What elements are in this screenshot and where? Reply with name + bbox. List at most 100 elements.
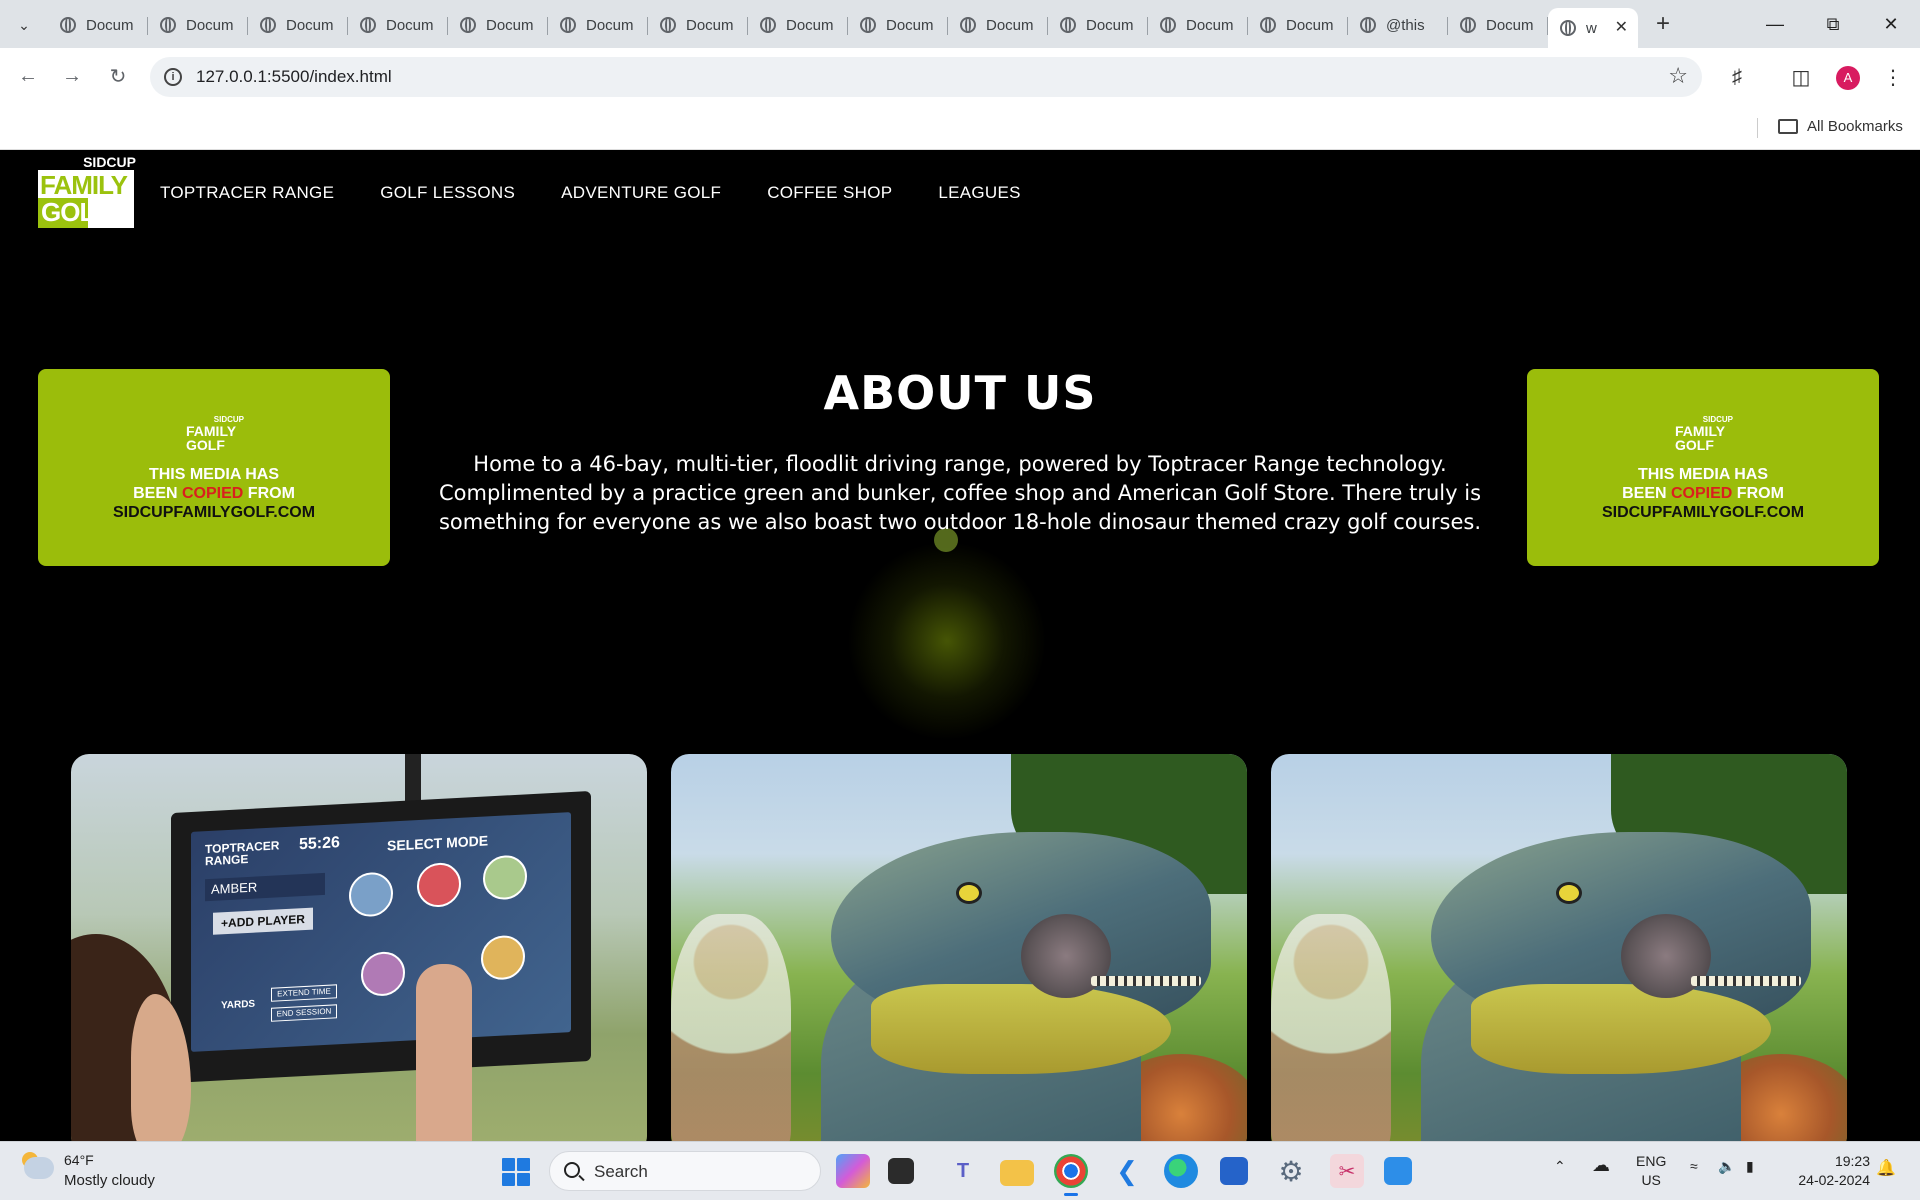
promo-copied: COPIED <box>182 485 244 502</box>
promo-logo: SIDCUP FAMILY GOLF <box>1675 415 1733 455</box>
close-window-icon[interactable]: ✕ <box>1862 0 1920 48</box>
onedrive-icon[interactable]: ☁ <box>1592 1155 1610 1176</box>
tab[interactable]: Docum <box>848 8 948 42</box>
close-tab-icon[interactable]: ✕ <box>1615 17 1628 37</box>
kiosk-mode-circle <box>361 950 405 998</box>
globe-icon <box>860 17 876 33</box>
globe-icon <box>160 17 176 33</box>
store-icon[interactable] <box>1220 1157 1248 1185</box>
tab[interactable]: Docum <box>148 8 248 42</box>
settings-gear-icon[interactable]: ⚙ <box>1274 1154 1308 1188</box>
bookmark-star-icon[interactable]: ☆ <box>1668 63 1688 89</box>
minimize-icon[interactable]: — <box>1746 0 1804 48</box>
menu-icon[interactable]: ⋮ <box>1880 64 1906 90</box>
tab[interactable]: Docum <box>648 8 748 42</box>
dino-eye <box>1556 882 1582 904</box>
nav-adventure-golf[interactable]: ADVENTURE GOLF <box>561 183 721 203</box>
file-explorer-icon[interactable] <box>1000 1160 1034 1186</box>
bg-people <box>671 914 791 1141</box>
system-clock[interactable]: 19:23 24-02-2024 <box>1786 1152 1870 1190</box>
tab[interactable]: Docum <box>748 8 848 42</box>
volume-icon[interactable]: 🔈 <box>1718 1158 1735 1175</box>
about-text: Home to a 46-bay, multi-tier, floodlit d… <box>438 452 1482 534</box>
notification-bell-icon[interactable]: 🔔 <box>1876 1158 1896 1178</box>
dino-jaw <box>1471 984 1771 1074</box>
globe-icon <box>1060 17 1076 33</box>
web-page: SIDCUP FAMILY GOLF TOPTRACER RANGE GOLF … <box>0 151 1920 1141</box>
kiosk-mode: SELECT MODE <box>387 832 489 854</box>
main-nav: TOPTRACER RANGE GOLF LESSONS ADVENTURE G… <box>160 183 1021 203</box>
windows-start-icon[interactable] <box>502 1158 530 1186</box>
globe-icon <box>1460 17 1476 33</box>
promo-copied: COPIED <box>1671 485 1733 502</box>
folder-icon[interactable] <box>1778 119 1798 134</box>
tray-chevron-icon[interactable]: ⌃ <box>1554 1158 1566 1175</box>
all-bookmarks-link[interactable]: All Bookmarks <box>1807 118 1903 135</box>
promo-text: THIS MEDIA HAS BEEN COPIED FROM SIDCUPFA… <box>38 465 390 522</box>
back-icon[interactable]: ← <box>14 62 42 90</box>
tab-list: Docum Docum Docum Docum Docum Docum Docu… <box>48 8 1638 48</box>
nav-coffee-shop[interactable]: COFFEE SHOP <box>767 183 892 203</box>
restore-icon[interactable]: ⧉ <box>1804 0 1862 48</box>
taskbar-search[interactable]: Search <box>549 1151 821 1191</box>
tab[interactable]: Docum <box>1048 8 1148 42</box>
weather-temperature[interactable]: 64°F <box>64 1152 94 1168</box>
forward-icon[interactable]: → <box>58 62 86 90</box>
tab[interactable]: Docum <box>48 8 148 42</box>
tab[interactable]: Docum <box>948 8 1048 42</box>
weather-description[interactable]: Mostly cloudy <box>64 1172 155 1189</box>
address-bar[interactable]: i 127.0.0.1:5500/index.html ☆ <box>150 57 1702 97</box>
promo-logo: SIDCUP FAMILY GOLF <box>186 415 244 455</box>
reload-icon[interactable]: ↻ <box>104 62 132 90</box>
side-panel-icon[interactable]: ◫ <box>1788 64 1814 90</box>
promo-line-2: BEEN COPIED FROM <box>38 484 390 503</box>
kiosk-mode-circle <box>349 871 393 918</box>
tab-search-icon[interactable]: ⌄ <box>8 10 40 40</box>
profile-avatar[interactable]: A <box>1836 66 1860 90</box>
logo-sidcup: SIDCUP <box>81 154 138 170</box>
promo-line-2b: FROM <box>1732 485 1784 502</box>
edge-icon[interactable] <box>1164 1154 1198 1188</box>
nav-toptracer-range[interactable]: TOPTRACER RANGE <box>160 183 334 203</box>
new-tab-button[interactable]: + <box>1650 12 1676 38</box>
promo-logo-family: FAMILY <box>186 423 237 439</box>
chrome-icon[interactable] <box>1054 1154 1088 1196</box>
weather-cloud-icon[interactable] <box>24 1157 54 1179</box>
globe-icon <box>660 17 676 33</box>
globe-icon <box>1160 17 1176 33</box>
wifi-icon[interactable]: ≈ <box>1690 1158 1698 1174</box>
copilot-icon[interactable] <box>836 1154 870 1188</box>
language-indicator[interactable]: ENG US <box>1636 1152 1666 1190</box>
teams-icon[interactable]: T <box>946 1154 980 1188</box>
vscode-icon[interactable]: ❮ <box>1110 1154 1144 1188</box>
url-text[interactable]: 127.0.0.1:5500/index.html <box>196 67 392 87</box>
globe-icon <box>360 17 376 33</box>
tab[interactable]: Docum <box>1448 8 1548 42</box>
clock-date: 24-02-2024 <box>1798 1172 1870 1188</box>
kiosk-add-player: +ADD PLAYER <box>213 907 313 935</box>
tab[interactable]: Docum <box>448 8 548 42</box>
about-section: ABOUT US Home to a 46-bay, multi-tier, f… <box>380 366 1540 537</box>
tab-active[interactable]: w ✕ <box>1548 8 1638 48</box>
terminal-icon[interactable] <box>888 1158 914 1184</box>
extensions-icon[interactable]: ♯ <box>1724 64 1750 90</box>
tab[interactable]: Docum <box>1248 8 1348 42</box>
dino-teeth <box>1091 976 1201 986</box>
tab[interactable]: @this <box>1348 8 1448 42</box>
tab[interactable]: Docum <box>548 8 648 42</box>
globe-icon <box>760 17 776 33</box>
kiosk-monitor: TOPTRACER RANGE 55:26 SELECT MODE AMBER … <box>171 790 591 1084</box>
snipping-tool-icon[interactable]: ✂ <box>1330 1154 1364 1188</box>
nav-golf-lessons[interactable]: GOLF LESSONS <box>380 183 515 203</box>
battery-icon[interactable]: ▮ <box>1746 1158 1754 1175</box>
tab[interactable]: Docum <box>1148 8 1248 42</box>
tab[interactable]: Docum <box>348 8 448 42</box>
tab[interactable]: Docum <box>248 8 348 42</box>
photos-icon[interactable] <box>1384 1157 1412 1185</box>
card-toptracer-image[interactable]: TOPTRACER RANGE 55:26 SELECT MODE AMBER … <box>71 754 647 1141</box>
card-dinosaur-image[interactable] <box>671 754 1247 1141</box>
site-logo[interactable]: SIDCUP FAMILY GOLF <box>38 154 138 230</box>
nav-leagues[interactable]: LEAGUES <box>938 183 1020 203</box>
card-dinosaur-image-2[interactable] <box>1271 754 1847 1141</box>
site-info-icon[interactable]: i <box>164 68 182 86</box>
